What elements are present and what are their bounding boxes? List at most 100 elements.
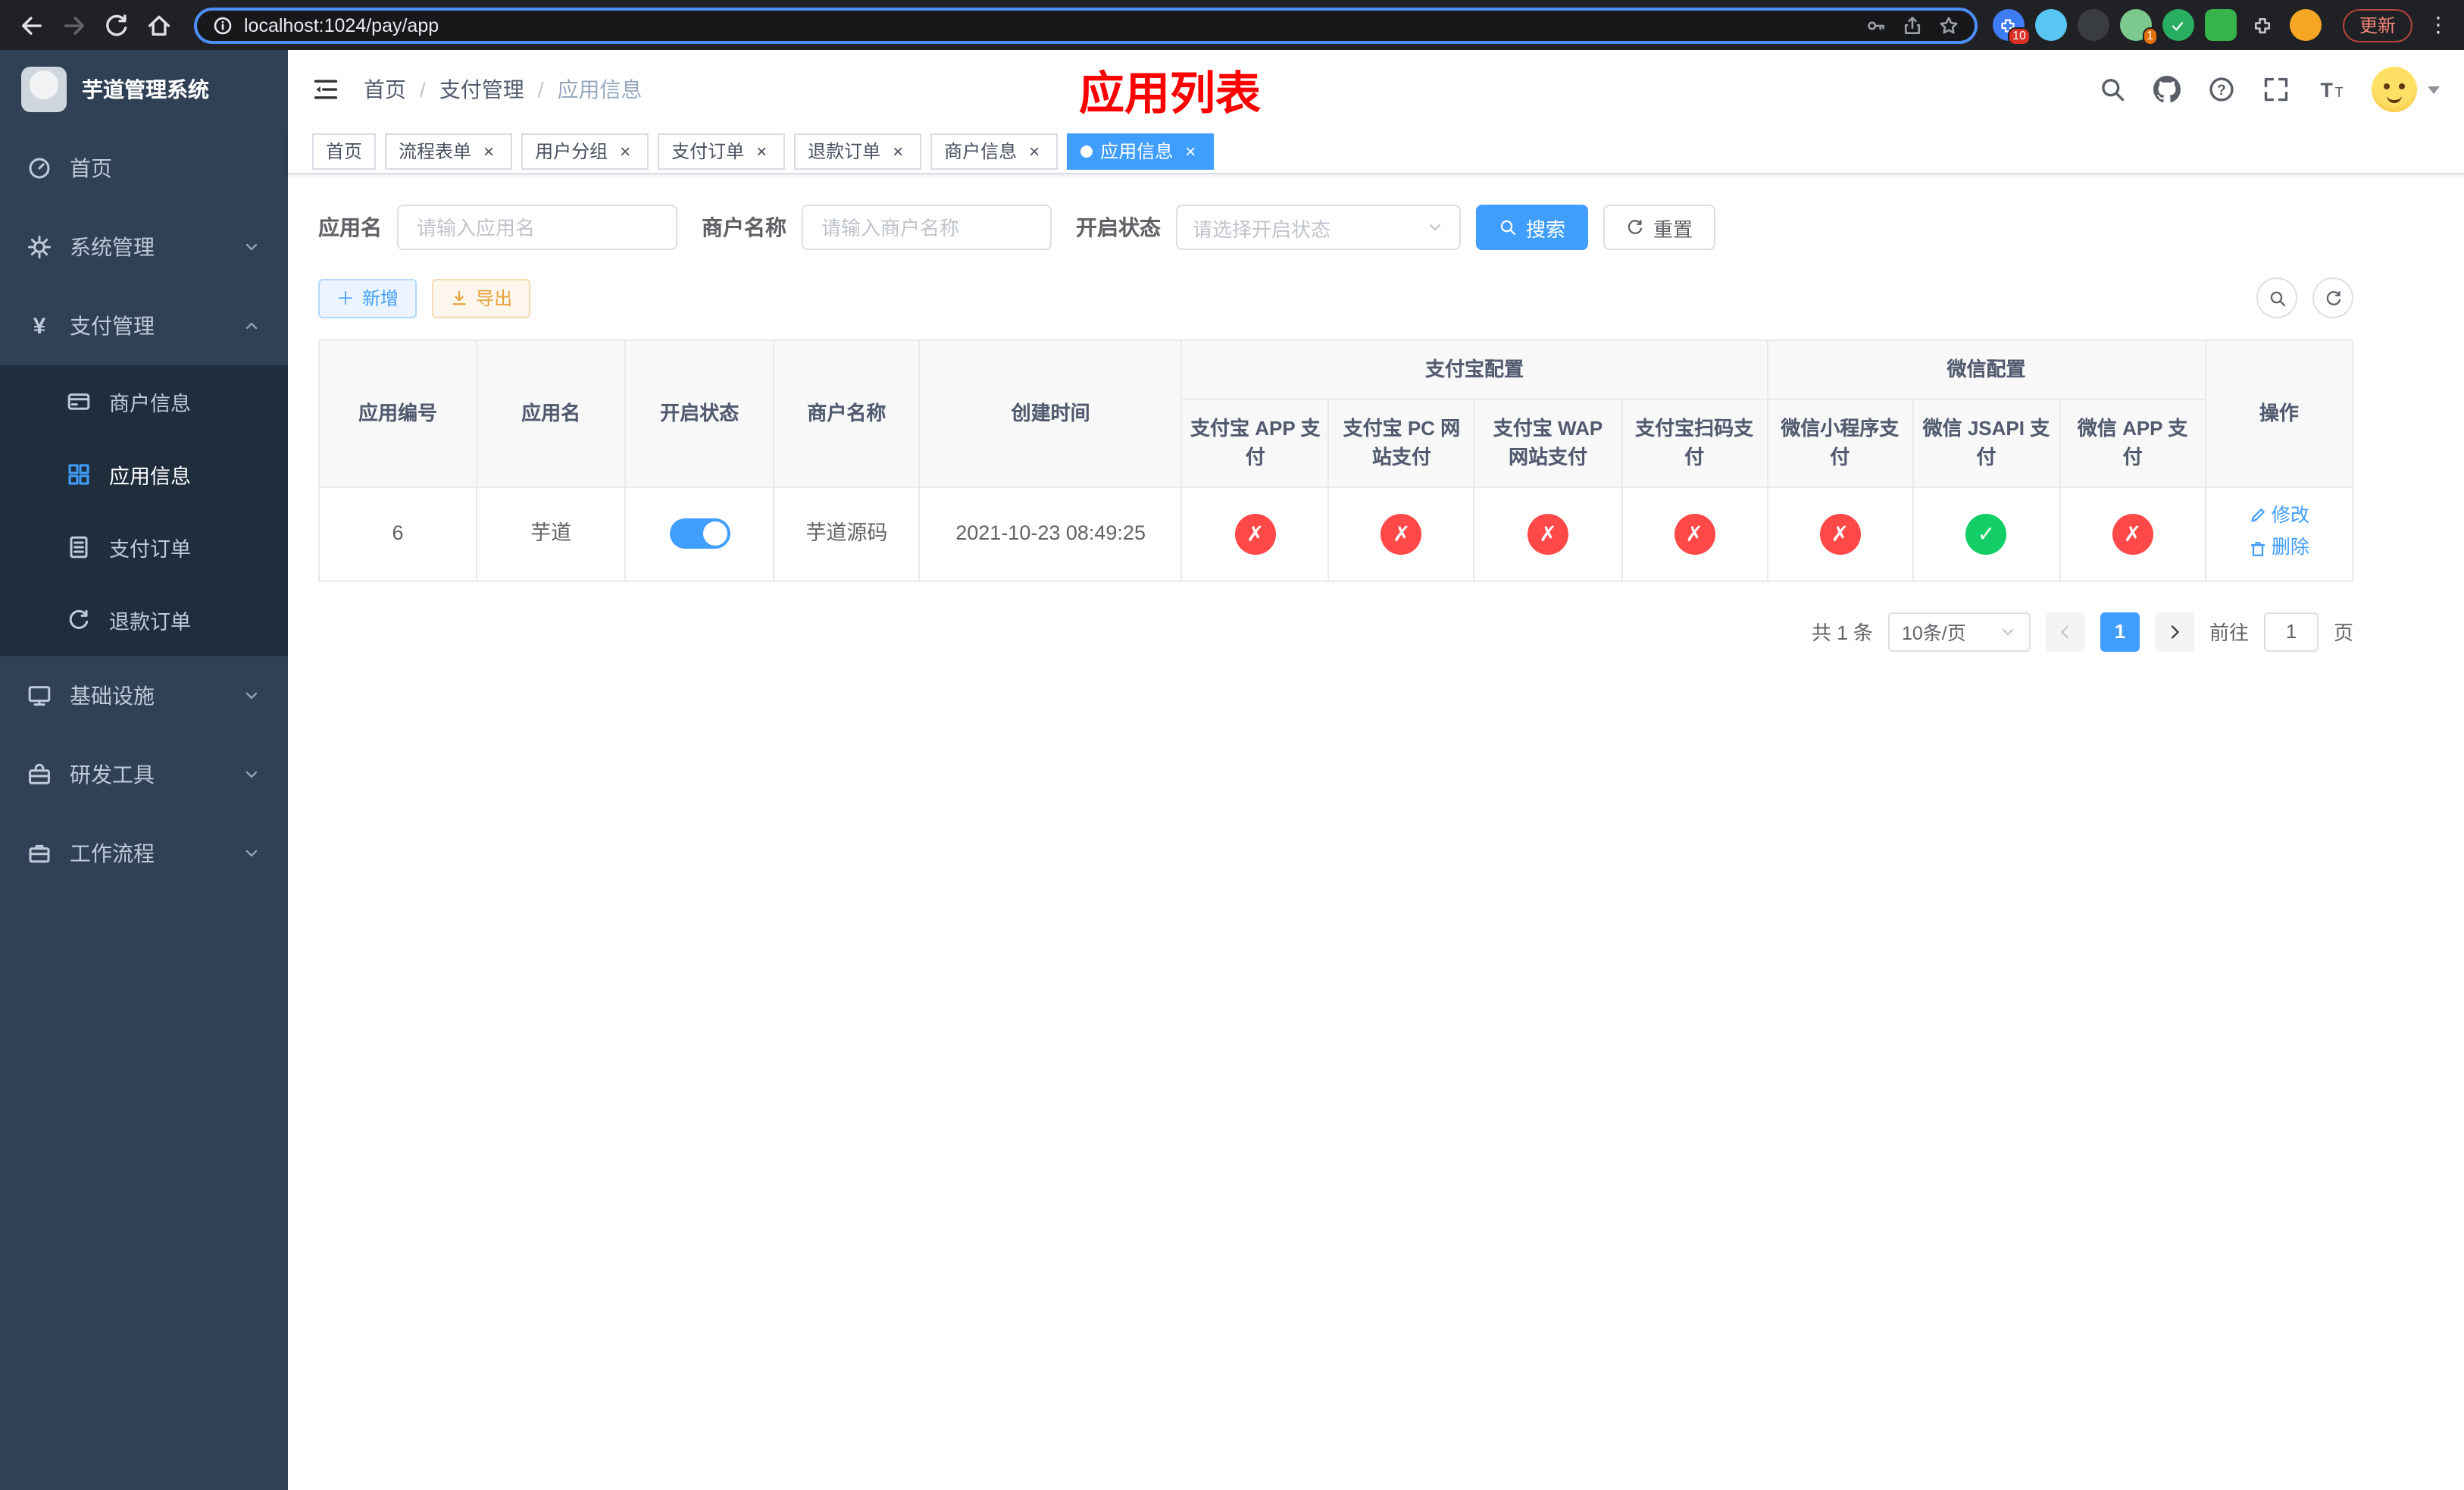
extension-badge: 1	[2142, 27, 2158, 45]
search-icon[interactable]	[2099, 76, 2126, 103]
top-navbar: 首页 / 支付管理 / 应用信息 应用列表 ? TT	[288, 50, 2464, 129]
close-icon[interactable]: ×	[888, 141, 908, 161]
sidebar-item-home[interactable]: 首页	[0, 129, 288, 208]
password-key-icon[interactable]	[1865, 14, 1887, 36]
table-toolbar: ＋ 新增 导出	[318, 277, 2353, 318]
extensions-pin-icon[interactable]	[2247, 9, 2279, 41]
sidebar-item-payment-orders[interactable]: 支付订单	[0, 511, 288, 584]
edit-link[interactable]: 修改	[2249, 501, 2309, 530]
tab-refund-orders[interactable]: 退款订单 ×	[794, 133, 922, 169]
merchant-name-input[interactable]	[802, 205, 1052, 250]
briefcase-icon	[29, 844, 50, 863]
bookmark-star-icon[interactable]	[1938, 14, 1959, 36]
forward-icon[interactable]	[55, 5, 94, 45]
logo-image	[21, 67, 67, 112]
share-icon[interactable]	[1902, 14, 1923, 36]
puzzle-extension-icon[interactable]: 10	[1992, 9, 2031, 45]
user-avatar-menu[interactable]	[2372, 67, 2440, 112]
status-toggle[interactable]	[669, 518, 730, 549]
tab-process-form[interactable]: 流程表单 ×	[385, 133, 513, 169]
pagination: 共 1 条 10条/页 1 前往 页	[318, 612, 2353, 652]
fullscreen-icon[interactable]	[2262, 76, 2290, 103]
sidebar-item-label: 退款订单	[109, 611, 191, 634]
home-icon[interactable]	[139, 5, 179, 45]
close-icon[interactable]: ×	[752, 141, 771, 161]
tab-payment-orders[interactable]: 支付订单 ×	[658, 133, 786, 169]
close-icon[interactable]: ×	[615, 141, 635, 161]
site-info-icon[interactable]	[212, 14, 233, 36]
alipay-qr-status-icon: ✗	[1674, 513, 1715, 555]
tab-home[interactable]: 首页	[312, 133, 377, 169]
emoji-extension-icon[interactable]	[2289, 9, 2322, 41]
page-size-select[interactable]: 10条/页	[1887, 612, 2031, 652]
browser-menu-icon[interactable]: ⋮	[2425, 12, 2452, 38]
github-icon[interactable]	[2153, 76, 2181, 103]
delete-link[interactable]: 删除	[2249, 534, 2309, 562]
reset-button[interactable]: 重置	[1603, 205, 1716, 250]
wechat-jsapi-status-icon: ✓	[1965, 513, 2007, 555]
browser-update-button[interactable]: 更新	[2342, 8, 2412, 42]
help-icon[interactable]: ?	[2208, 76, 2235, 103]
gear-icon	[27, 235, 52, 259]
column-group-alipay: 支付宝配置	[1180, 340, 1768, 399]
avatar-extension-icon[interactable]: 1	[2119, 9, 2158, 45]
app-name-input[interactable]	[397, 205, 677, 250]
column-header-wechat-mini: 微信小程序支付	[1766, 398, 1914, 487]
goto-suffix: 页	[2333, 621, 2353, 645]
chevron-down-icon	[1999, 623, 2017, 641]
avatar	[2372, 67, 2417, 112]
goto-page-input[interactable]	[2263, 612, 2319, 652]
next-page-button[interactable]	[2154, 612, 2194, 652]
column-header-wechat-jsapi: 微信 JSAPI 支付	[1912, 398, 2061, 487]
close-icon[interactable]: ×	[1024, 141, 1044, 161]
font-size-icon[interactable]: TT	[2317, 76, 2344, 103]
address-bar[interactable]: localhost:1024/pay/app	[194, 7, 1978, 43]
sidebar-item-system[interactable]: 系统管理	[0, 208, 288, 286]
reload-icon[interactable]	[97, 5, 136, 45]
breadcrumb-item[interactable]: 首页	[364, 74, 406, 105]
tab-label: 应用信息	[1100, 141, 1174, 162]
sidebar-item-infrastructure[interactable]: 基础设施	[0, 656, 288, 735]
status-label: 开启状态	[1076, 215, 1161, 239]
toggle-search-button[interactable]	[2256, 277, 2297, 318]
tab-user-group[interactable]: 用户分组 ×	[521, 133, 649, 169]
search-button[interactable]: 搜索	[1476, 205, 1589, 250]
delete-link-label: 删除	[2271, 537, 2309, 559]
tab-merchant-info[interactable]: 商户信息 ×	[930, 133, 1058, 169]
breadcrumb-separator: /	[420, 77, 426, 102]
column-header-alipay-pc: 支付宝 PC 网站支付	[1327, 398, 1475, 487]
close-icon[interactable]: ×	[479, 141, 499, 161]
monitor-icon	[28, 686, 51, 706]
sidebar-menu: 首页 系统管理 ¥ 支付管理 商户信息 应用信息 支付订单 退款订单 基础设施 …	[0, 129, 288, 893]
sidebar-item-merchant-info[interactable]: 商户信息	[0, 365, 288, 438]
export-button[interactable]: 导出	[432, 278, 531, 318]
sidebar-item-refund-orders[interactable]: 退款订单	[0, 584, 288, 656]
refresh-table-button[interactable]	[2312, 277, 2353, 318]
dark-extension-icon[interactable]	[2077, 9, 2109, 41]
note-extension-icon[interactable]	[2204, 9, 2237, 41]
status-select[interactable]: 请选择开启状态	[1176, 205, 1461, 250]
add-button[interactable]: ＋ 新增	[318, 278, 417, 318]
close-icon[interactable]: ×	[1180, 141, 1200, 161]
breadcrumb-item[interactable]: 支付管理	[439, 74, 524, 105]
page-number-button[interactable]: 1	[2100, 612, 2140, 652]
check-extension-icon[interactable]	[2162, 9, 2194, 41]
document-icon	[70, 536, 88, 559]
alipay-pc-status-icon: ✗	[1381, 513, 1422, 555]
edit-link-label: 修改	[2271, 504, 2309, 525]
tab-app-info[interactable]: 应用信息 ×	[1067, 133, 1215, 169]
sidebar-toggle-icon[interactable]	[312, 76, 339, 103]
sidebar-item-label: 基础设施	[70, 684, 155, 708]
back-icon[interactable]	[12, 5, 52, 45]
tab-label: 用户分组	[535, 141, 608, 162]
export-button-label: 导出	[476, 288, 513, 309]
svg-text:?: ?	[2217, 83, 2226, 99]
sidebar-item-payment[interactable]: ¥ 支付管理	[0, 286, 288, 365]
sidebar-item-workflow[interactable]: 工作流程	[0, 814, 288, 893]
column-header-alipay-wap: 支付宝 WAP 网站支付	[1473, 398, 1623, 487]
prev-page-button[interactable]	[2045, 612, 2085, 652]
sidebar-item-dev-tools[interactable]: 研发工具	[0, 735, 288, 814]
sidebar-item-app-info[interactable]: 应用信息	[0, 438, 288, 511]
column-header-wechat-app: 微信 APP 支付	[2059, 398, 2206, 487]
gem-extension-icon[interactable]	[2034, 9, 2067, 41]
